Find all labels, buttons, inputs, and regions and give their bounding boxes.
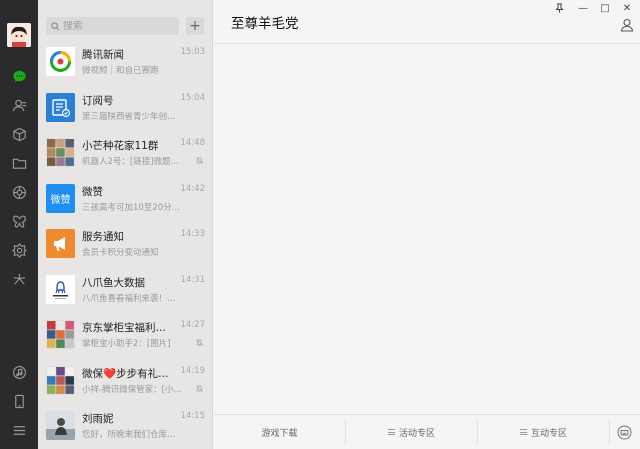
folder-icon[interactable] [11,155,27,171]
conversation-item[interactable]: 八爪鱼大数据 14:31 八爪鱼喜春福利来袭！最... [38,269,213,315]
conversation-preview: 您好，所晚来我们仓库面... [82,430,182,440]
add-chat-button[interactable]: + [186,17,204,35]
moments-icon[interactable] [11,184,27,200]
nav-rail [0,0,38,449]
conversation-title: 刘雨妮 [82,413,114,425]
mute-bell-icon [196,384,203,392]
conversation-preview: 第三届陕西省青少年创新... [82,111,182,122]
music-icon[interactable] [11,364,27,380]
conversation-time: 14:33 [180,229,206,239]
pin-button[interactable] [552,2,566,14]
chat-info-icon[interactable] [620,18,634,32]
menu-label: 互动专区 [530,428,567,439]
conversation-title: 小芒种花家11群 [82,140,159,152]
menu-icon[interactable] [11,422,27,438]
search-input[interactable] [63,20,173,32]
header-divider [214,43,640,44]
conversation-list: 腾讯新闻 15:03 微视频｜和自己赛跑 订阅号 15:04 第三届陕西省青少年… [38,41,213,449]
conversation-title: 八爪鱼大数据 [82,276,145,289]
conversation-item[interactable]: 腾讯新闻 15:03 微视频｜和自己赛跑 [38,41,213,87]
conversation-time: 14:15 [180,411,206,421]
pin-icon [554,3,564,13]
group-avatar [46,320,75,349]
conversation-preview: 三孩高考可加10至20分... [82,202,180,213]
conversation-time: 14:31 [180,274,206,285]
weizan-avatar-text: 微赞 [50,194,71,206]
cube-icon[interactable] [11,126,27,142]
mute-bell-icon [196,157,203,165]
conversation-preview: 小祥-腾讯微保管家：[小... [82,384,182,395]
tencent-news-avatar [46,47,75,76]
conversation-title: 京东掌柜宝福利群15... [82,322,174,334]
menu-label: 活动专区 [398,428,435,439]
close-button[interactable]: ✕ [620,2,634,14]
conversation-preview: 八爪鱼喜春福利来袭！最... [82,293,182,304]
chat-title: 至尊羊毛党 [231,16,299,32]
octopus-avatar [46,274,75,304]
conversation-item[interactable]: 小芒种花家11群 14:48 机器人2号：[链接]微题... [38,132,213,178]
menu-button-interaction-zone[interactable]: 互动专区 [478,415,609,449]
official-account-menu: 游戏下载 活动专区 互动专区 [214,414,640,449]
phone-icon[interactable] [11,393,27,409]
conversation-preview: 机器人2号：[链接]微题... [82,157,179,167]
conversation-time: 14:27 [180,320,206,330]
conversation-title: 微保❤️步步有礼活动... [82,367,174,380]
conversation-title: 腾讯新闻 [82,49,124,61]
conversation-item[interactable]: 微保❤️步步有礼活动... 14:19 小祥-腾讯微保管家：[小... [38,360,213,406]
submenu-lines-icon [387,429,395,435]
maximize-button[interactable]: □ [598,2,612,14]
minimize-button[interactable]: — [576,2,590,14]
group-avatar [46,365,75,395]
conversation-title: 订阅号 [82,94,114,107]
conversation-time: 15:03 [180,47,206,57]
keyboard-switch-icon[interactable] [617,425,632,440]
subscription-avatar [46,92,75,122]
submenu-lines-icon [519,429,527,435]
conversation-item[interactable]: 订阅号 15:04 第三届陕西省青少年创新... [38,87,213,133]
conversation-item[interactable]: 微赞 微赞 14:42 三孩高考可加10至20分... [38,178,213,224]
mini-program-icon[interactable] [11,271,27,287]
menu-label: 游戏下载 [261,428,298,439]
search-box[interactable] [46,17,179,35]
conversation-item[interactable]: 刘雨妮 14:15 您好，所晚来我们仓库面... [38,405,213,449]
menu-button-activity-zone[interactable]: 活动专区 [346,415,477,449]
chat-icon[interactable] [11,68,27,84]
butterfly-icon[interactable] [11,213,27,229]
menu-button-game-download[interactable]: 游戏下载 [214,415,345,449]
conversation-list-panel: + 腾讯新闻 15:03 微视频｜和自己赛跑 订阅号 15:04 第三届陕西省青… [38,0,213,449]
weizan-avatar: 微赞 [46,183,75,213]
conversation-time: 14:48 [180,138,206,148]
contacts-icon[interactable] [11,97,27,113]
mute-bell-icon [196,339,203,347]
user-avatar[interactable] [7,23,31,47]
search-icon [51,21,60,30]
conversation-item[interactable]: 服务通知 14:33 会员卡积分变动通知 [38,223,213,269]
conversation-item[interactable]: 京东掌柜宝福利群15... 14:27 掌柜宝小助手2：[图片] [38,314,213,360]
chat-panel: 至尊羊毛党 — □ ✕ 游戏下载 活动专区 互动专区 [214,0,640,449]
hexagon-icon[interactable] [11,242,27,258]
group-avatar [46,138,75,167]
conversation-time: 15:04 [180,92,206,103]
conversation-title: 微赞 [82,185,103,198]
service-notice-avatar [46,229,75,258]
conversation-preview: 会员卡积分变动通知 [82,248,159,258]
person-avatar [46,411,75,440]
conversation-title: 服务通知 [82,231,124,243]
conversation-time: 14:42 [180,183,206,194]
conversation-preview: 微视频｜和自己赛跑 [82,66,159,76]
menu-divider [609,419,610,445]
conversation-time: 14:19 [180,365,206,376]
conversation-preview: 掌柜宝小助手2：[图片] [82,339,171,349]
